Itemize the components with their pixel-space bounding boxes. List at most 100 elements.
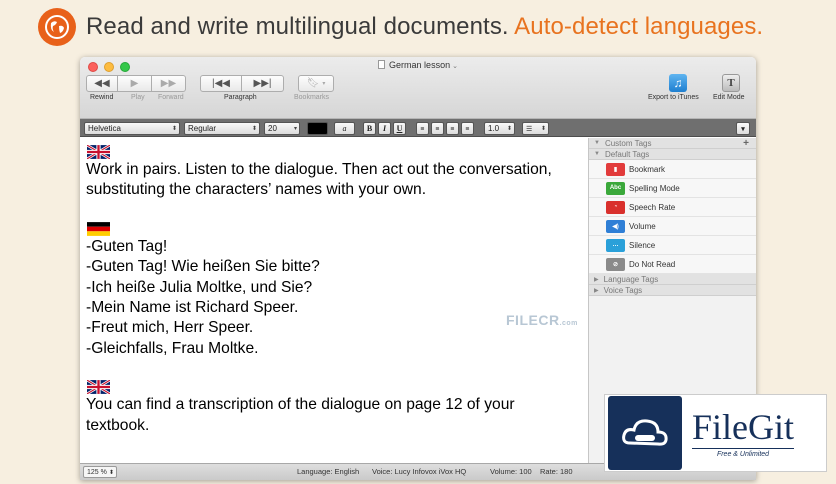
font-style-select[interactable]: Regular ⬍ xyxy=(184,122,260,135)
default-tags-header[interactable]: ▼ Default Tags xyxy=(589,149,756,160)
tag-bookmark[interactable]: ▮ Bookmark xyxy=(589,160,756,179)
default-tags-label: Default Tags xyxy=(604,149,650,159)
filegit-title: FileGit xyxy=(692,406,795,447)
dialogue-line: -Guten Tag! Wie heißen Sie bitte? xyxy=(86,258,320,276)
window-title-text: German lesson xyxy=(389,60,451,70)
edit-mode-label: Edit Mode xyxy=(713,94,745,101)
tag-spelling-mode[interactable]: Abc Spelling Mode xyxy=(589,179,756,198)
bookmarks-button[interactable]: 🔖︎ ▾ xyxy=(298,75,334,92)
align-right-button[interactable]: ≡ xyxy=(446,122,459,135)
rewind-button[interactable]: ◀◀ xyxy=(86,75,118,92)
next-paragraph-icon: ▶▶| xyxy=(253,78,272,89)
align-right-icon: ≡ xyxy=(450,124,455,133)
play-icon: ▶ xyxy=(130,78,139,89)
banner-headline: Read and write multilingual documents. A… xyxy=(86,13,763,41)
italic-button[interactable]: I xyxy=(378,122,391,135)
format-bar: Helvetica ⬍ Regular ⬍ 20 ▾ a B I U ≡ ≡ ≡ ≡ … xyxy=(80,119,756,137)
edit-mode-button[interactable]: T xyxy=(722,74,740,92)
italic-label: I xyxy=(382,124,387,133)
previous-paragraph-icon: |◀◀ xyxy=(212,78,230,89)
filecr-watermark: FILECR.com xyxy=(506,312,578,328)
tag-speech-rate[interactable]: ◔ Speech Rate xyxy=(589,198,756,217)
previous-paragraph-button[interactable]: |◀◀ xyxy=(200,75,242,92)
window-title[interactable]: German lesson ⌄ xyxy=(80,60,756,70)
background-color-button[interactable]: a xyxy=(334,122,355,135)
speedometer-icon: ◔ xyxy=(606,200,625,214)
status-volume: Volume: 100 xyxy=(490,467,532,476)
next-paragraph-button[interactable]: ▶▶| xyxy=(242,75,284,92)
forward-icon: ▶▶ xyxy=(160,78,177,89)
voice-tags-header[interactable]: ▶ Voice Tags xyxy=(589,285,756,296)
tag-do-not-read[interactable]: ⊘ Do Not Read xyxy=(589,255,756,274)
play-label: Play xyxy=(131,94,145,101)
uk-flag-icon xyxy=(87,380,110,395)
filegit-logo-icon xyxy=(608,396,682,470)
forward-button[interactable]: ▶▶ xyxy=(152,75,186,92)
tag-label: Do Not Read xyxy=(629,259,676,269)
toggle-sidebar-button[interactable]: ▾ xyxy=(736,122,750,135)
no-read-icon: ⊘ xyxy=(606,257,625,271)
list-style-select[interactable]: ☰ ⬍ xyxy=(522,122,549,135)
tag-label: Bookmark xyxy=(629,164,666,174)
rewind-icon: ◀◀ xyxy=(94,78,110,89)
underline-button[interactable]: U xyxy=(393,122,406,135)
voice-tags-label: Voice Tags xyxy=(603,285,643,295)
chevron-down-icon: ▾ xyxy=(741,124,745,133)
line-spacing-select[interactable]: 1.0 ⬍ xyxy=(484,122,515,135)
stepper-icon: ⬍ xyxy=(251,126,257,132)
tag-label: Spelling Mode xyxy=(629,183,680,193)
language-tags-label: Language Tags xyxy=(603,274,659,284)
uk-flag-icon xyxy=(87,145,110,159)
filegit-subtitle: Free & Unlimited xyxy=(692,447,795,458)
tag-silence[interactable]: … Silence xyxy=(589,236,756,255)
forward-label: Forward xyxy=(158,94,184,101)
font-family-value: Helvetica xyxy=(88,124,121,133)
bold-label: B xyxy=(366,124,373,133)
status-language: Language: English xyxy=(297,467,360,476)
highlight-a-icon: a xyxy=(342,124,347,133)
bookmark-icon: ▮ xyxy=(606,162,625,176)
dialogue-line: -Ich heiße Julia Moltke, und Sie? xyxy=(86,278,313,296)
paragraph-controls: |◀◀ ▶▶| xyxy=(200,75,284,92)
paragraph-instructions: Work in pairs. Listen to the dialogue. T… xyxy=(86,161,552,199)
disclosure-triangle-icon: ▶ xyxy=(594,276,599,283)
filecr-watermark-suffix: .com xyxy=(559,320,578,327)
dialogue-line: -Guten Tag! xyxy=(86,237,168,255)
bold-button[interactable]: B xyxy=(363,122,376,135)
chevron-down-icon: ▾ xyxy=(322,81,326,87)
app-logo-icon xyxy=(38,8,76,46)
tag-volume[interactable]: ◀) Volume xyxy=(589,217,756,236)
titlebar: German lesson ⌄ ◀◀ ▶ ▶▶ Rewind Play Forwa… xyxy=(80,57,756,119)
font-family-select[interactable]: Helvetica ⬍ xyxy=(84,122,180,135)
document-editor[interactable]: Work in pairs. Listen to the dialogue. T… xyxy=(80,138,588,463)
text-color-well[interactable] xyxy=(307,122,328,135)
tag-label: Silence xyxy=(629,240,656,250)
align-justify-button[interactable]: ≡ xyxy=(461,122,474,135)
status-voice: Voice: Lucy Infovox iVox HQ xyxy=(372,467,467,476)
tag-label: Speech Rate xyxy=(629,202,676,212)
zoom-select[interactable]: 125 % ⬍ xyxy=(83,466,117,478)
language-tags-header[interactable]: ▶ Language Tags xyxy=(589,274,756,285)
stepper-icon: ⬍ xyxy=(540,126,546,132)
disclosure-triangle-icon: ▶ xyxy=(594,287,599,294)
align-center-icon: ≡ xyxy=(435,124,440,133)
add-tag-button[interactable]: + xyxy=(743,138,749,149)
align-left-button[interactable]: ≡ xyxy=(416,122,429,135)
filecr-watermark-text: FILECR xyxy=(506,312,560,328)
banner-text-main: Read and write multilingual documents. xyxy=(86,13,509,40)
filegit-watermark: FileGit Free & Unlimited xyxy=(604,394,827,472)
align-left-icon: ≡ xyxy=(420,124,425,133)
play-button[interactable]: ▶ xyxy=(118,75,152,92)
custom-tags-header[interactable]: ▼ Custom Tags + xyxy=(589,138,756,149)
rewind-label: Rewind xyxy=(90,94,114,101)
disclosure-triangle-icon: ▼ xyxy=(594,151,600,157)
ellipsis-icon: … xyxy=(606,238,625,252)
export-itunes-button[interactable]: ♫ xyxy=(669,74,687,92)
font-size-select[interactable]: 20 ▾ xyxy=(264,122,300,135)
bookmark-icon: 🔖︎ xyxy=(306,78,320,89)
underline-label: U xyxy=(396,124,403,133)
status-rate: Rate: 180 xyxy=(540,467,573,476)
align-center-button[interactable]: ≡ xyxy=(431,122,444,135)
list-icon: ☰ xyxy=(526,125,533,133)
font-size-value: 20 xyxy=(268,124,277,133)
